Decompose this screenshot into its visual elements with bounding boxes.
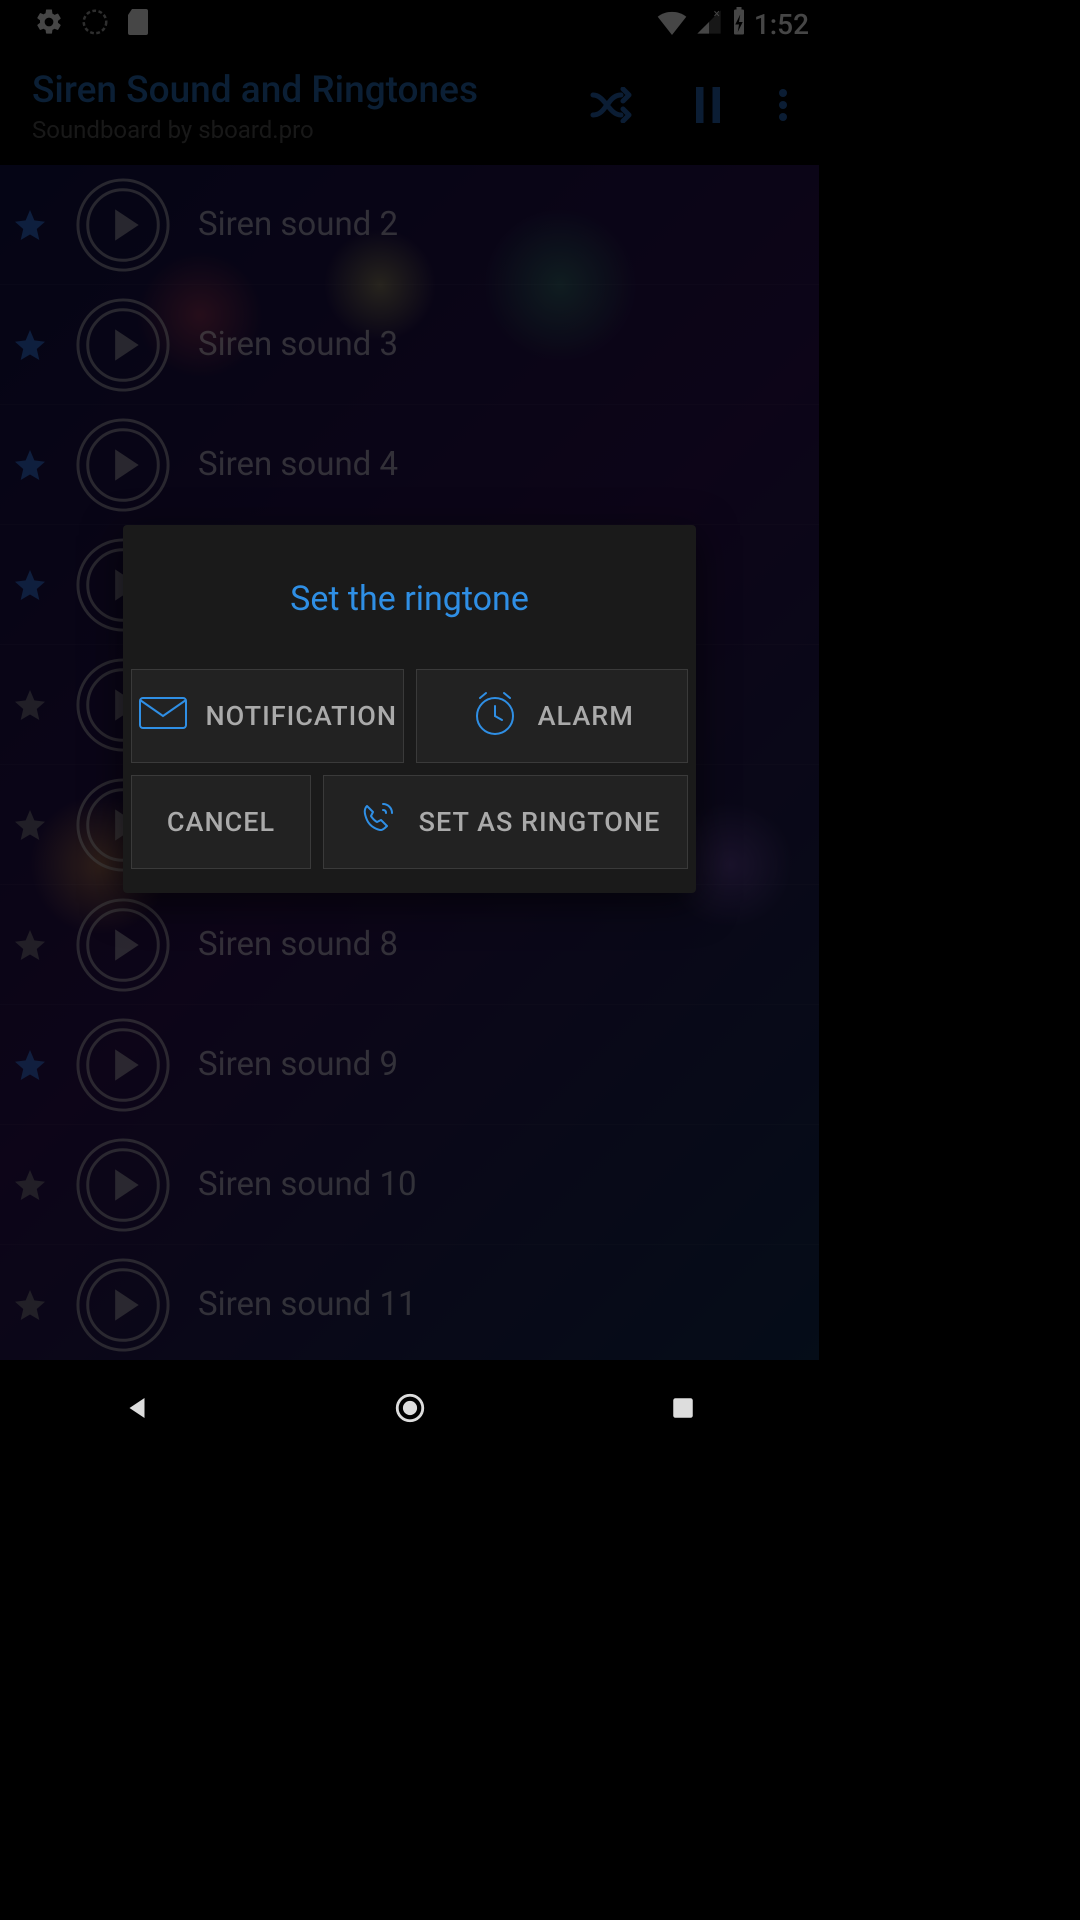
envelope-icon	[138, 696, 188, 737]
phone-ringing-icon	[351, 794, 401, 851]
navigation-bar	[0, 1360, 819, 1456]
set-ringtone-dialog: Set the ringtone NOTIFICATION ALARM	[123, 525, 696, 893]
screen: × 1:52 Siren Sound and Ringtones Soundbo…	[0, 0, 819, 1456]
home-button[interactable]	[380, 1378, 440, 1438]
dialog-title: Set the ringtone	[123, 525, 696, 669]
alarm-clock-icon	[470, 688, 520, 745]
cancel-button[interactable]: CANCEL	[131, 775, 311, 869]
recent-apps-button[interactable]	[653, 1378, 713, 1438]
alarm-label: ALARM	[538, 700, 634, 732]
notification-button[interactable]: NOTIFICATION	[131, 669, 404, 763]
ringtone-label: SET AS RINGTONE	[419, 806, 661, 838]
notification-label: NOTIFICATION	[206, 700, 397, 732]
cancel-label: CANCEL	[167, 806, 275, 838]
back-button[interactable]	[107, 1378, 167, 1438]
alarm-button[interactable]: ALARM	[416, 669, 689, 763]
set-as-ringtone-button[interactable]: SET AS RINGTONE	[323, 775, 688, 869]
